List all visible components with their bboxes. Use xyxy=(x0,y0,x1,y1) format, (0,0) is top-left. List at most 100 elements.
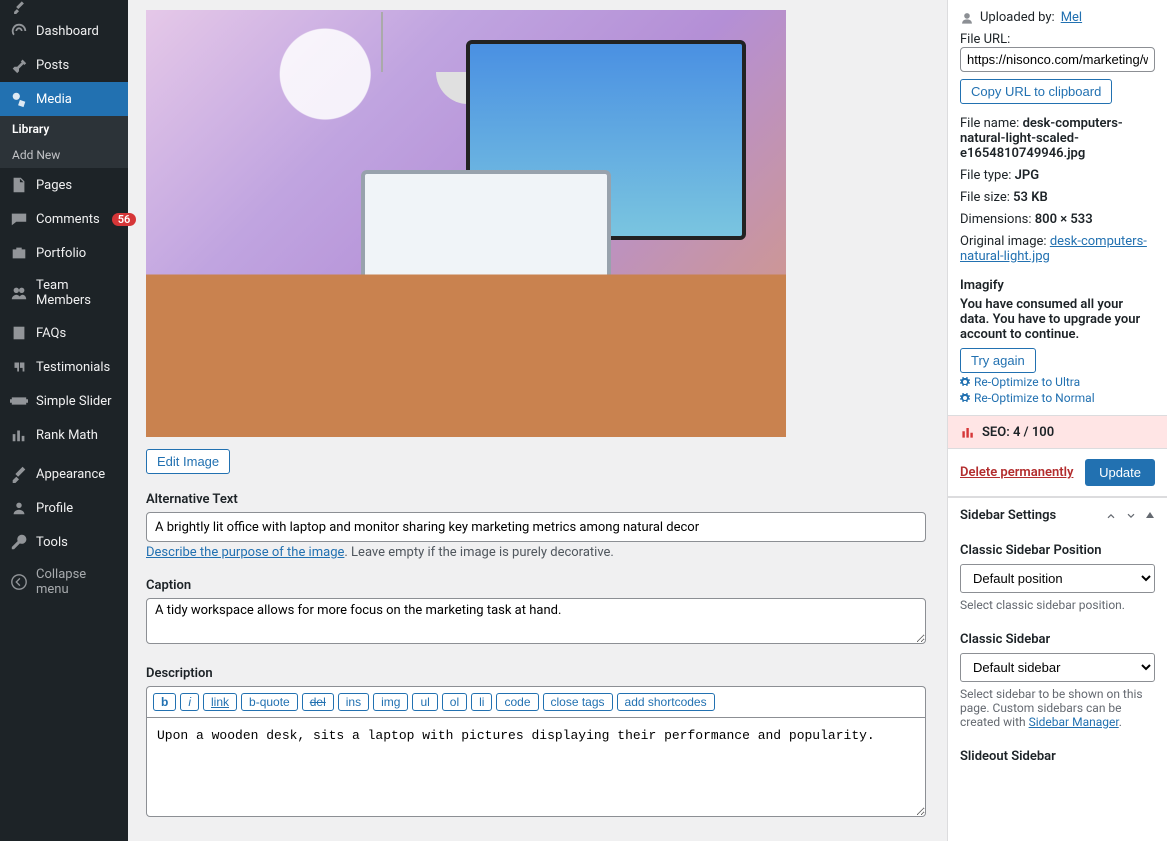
sidebar-item-label: Portfolio xyxy=(36,246,86,261)
sidebar-item-label: Tools xyxy=(36,535,68,550)
comments-icon xyxy=(10,210,28,228)
imagify-title: Imagify xyxy=(960,278,1155,293)
sidebar-item-testimonials[interactable]: Testimonials xyxy=(0,350,128,384)
dimensions-value: 800 × 533 xyxy=(1035,212,1093,227)
original-label: Original image: xyxy=(960,234,1047,249)
file-size-value: 53 KB xyxy=(1013,190,1048,205)
qtag-li[interactable]: li xyxy=(471,693,492,711)
main-content: Edit Image Alternative Text Describe the… xyxy=(128,0,947,841)
uploaded-by-label: Uploaded by: xyxy=(980,10,1055,25)
qtag-img[interactable]: img xyxy=(373,693,408,711)
sidebar-item-label: Pages xyxy=(36,178,72,193)
qtag-close[interactable]: close tags xyxy=(543,693,613,711)
collapse-label: Collapse menu xyxy=(36,567,118,597)
sidebar-item-label: Appearance xyxy=(36,467,105,482)
copy-url-button[interactable]: Copy URL to clipboard xyxy=(960,79,1112,104)
chevron-up-icon[interactable] xyxy=(1105,510,1117,522)
sidebar-item-blank[interactable] xyxy=(0,0,128,14)
sidebar-item-dashboard[interactable]: Dashboard xyxy=(0,14,128,48)
slider-icon xyxy=(10,392,28,410)
quicktags-toolbar: b i link b-quote del ins img ul ol li co… xyxy=(146,686,926,717)
chevron-down-icon[interactable] xyxy=(1125,510,1137,522)
caret-up-icon[interactable] xyxy=(1145,510,1155,522)
sidebar-manager-link[interactable]: Sidebar Manager xyxy=(1029,715,1119,729)
uploaded-by-link[interactable]: Mel xyxy=(1061,10,1082,25)
sidebar-item-label: Testimonials xyxy=(36,360,110,375)
qtag-del[interactable]: del xyxy=(302,693,334,711)
file-size-label: File size: xyxy=(960,190,1010,205)
delete-permanently-link[interactable]: Delete permanently xyxy=(960,465,1073,480)
sidebar-item-label: Media xyxy=(36,92,72,107)
file-url-input[interactable] xyxy=(960,47,1155,72)
slideout-sidebar-label: Slideout Sidebar xyxy=(960,749,1155,764)
sidebar-item-label: Dashboard xyxy=(36,24,99,39)
alt-text-input[interactable] xyxy=(146,512,926,542)
team-icon xyxy=(10,284,28,302)
sidebar-item-tools[interactable]: Tools xyxy=(0,525,128,559)
reoptimize-normal[interactable]: Re-Optimize to Normal xyxy=(960,391,1155,405)
edit-image-button[interactable]: Edit Image xyxy=(146,449,230,474)
sidebar-item-appearance[interactable]: Appearance xyxy=(0,457,128,491)
qtag-ul[interactable]: ul xyxy=(412,693,437,711)
sidebar-item-label: Rank Math xyxy=(36,428,98,443)
sidebar-settings-header[interactable]: Sidebar Settings xyxy=(948,497,1167,533)
seo-score-text: SEO: 4 / 100 xyxy=(982,425,1054,440)
sidebar-item-label: Posts xyxy=(36,58,69,73)
description-input[interactable]: Upon a wooden desk, sits a laptop with p… xyxy=(146,717,926,817)
qtag-ins[interactable]: ins xyxy=(338,693,369,711)
classic-position-select[interactable]: Default position xyxy=(960,564,1155,593)
qtag-link[interactable]: link xyxy=(203,693,237,711)
dimensions-label: Dimensions: xyxy=(960,212,1032,227)
sidebar-item-pages[interactable]: Pages xyxy=(0,168,128,202)
qtag-i[interactable]: i xyxy=(180,693,199,711)
testimonials-icon xyxy=(10,358,28,376)
sidebar-item-label: Team Members xyxy=(36,278,118,308)
classic-sidebar-label: Classic Sidebar xyxy=(960,632,1155,647)
file-type-label: File type: xyxy=(960,168,1011,183)
update-button[interactable]: Update xyxy=(1085,459,1155,486)
sidebar-item-faqs[interactable]: FAQs xyxy=(0,316,128,350)
sidebar-item-label: FAQs xyxy=(36,326,66,341)
sidebar-item-media[interactable]: Media xyxy=(0,82,128,116)
rankmath-icon xyxy=(10,426,28,444)
try-again-button[interactable]: Try again xyxy=(960,348,1036,373)
alt-help-link[interactable]: Describe the purpose of the image xyxy=(146,545,344,560)
gear-icon xyxy=(960,377,970,387)
classic-sidebar-select[interactable]: Default sidebar xyxy=(960,653,1155,682)
qtag-code[interactable]: code xyxy=(496,693,538,711)
pages-icon xyxy=(10,176,28,194)
file-type-value: JPG xyxy=(1015,168,1039,183)
alt-text-label: Alternative Text xyxy=(146,492,929,507)
qtag-shortcodes[interactable]: add shortcodes xyxy=(617,693,715,711)
admin-sidebar: Dashboard Posts Media Library Add New Pa… xyxy=(0,0,128,841)
qtag-b[interactable]: b xyxy=(153,693,176,711)
sidebar-item-portfolio[interactable]: Portfolio xyxy=(0,236,128,270)
sidebar-item-rankmath[interactable]: Rank Math xyxy=(0,418,128,452)
reoptimize-ultra[interactable]: Re-Optimize to Ultra xyxy=(960,375,1155,389)
sidebar-item-team[interactable]: Team Members xyxy=(0,270,128,316)
classic-position-label: Classic Sidebar Position xyxy=(960,543,1155,558)
media-icon xyxy=(10,90,28,108)
caption-input[interactable]: A tidy workspace allows for more focus o… xyxy=(146,598,926,644)
seo-icon xyxy=(960,424,976,440)
sidebar-item-comments[interactable]: Comments 56 xyxy=(0,202,128,236)
sidebar-item-slider[interactable]: Simple Slider xyxy=(0,384,128,418)
file-url-label: File URL: xyxy=(960,32,1155,47)
classic-sidebar-help: Select sidebar to be shown on this page.… xyxy=(960,687,1155,729)
right-sidebar: Uploaded by: Mel File URL: Copy URL to c… xyxy=(947,0,1167,841)
sidebar-item-posts[interactable]: Posts xyxy=(0,48,128,82)
portfolio-icon xyxy=(10,244,28,262)
alt-help-suffix: . Leave empty if the image is purely dec… xyxy=(344,545,613,560)
sidebar-collapse[interactable]: Collapse menu xyxy=(0,559,128,605)
qtag-ol[interactable]: ol xyxy=(442,693,467,711)
gear-icon xyxy=(960,393,970,403)
profile-icon xyxy=(10,499,28,517)
caption-label: Caption xyxy=(146,578,929,593)
qtag-bquote[interactable]: b-quote xyxy=(241,693,298,711)
image-preview xyxy=(146,10,786,437)
seo-score-bar[interactable]: SEO: 4 / 100 xyxy=(948,415,1167,449)
sidebar-item-profile[interactable]: Profile xyxy=(0,491,128,525)
submenu-addnew[interactable]: Add New xyxy=(0,142,128,168)
submenu-library[interactable]: Library xyxy=(0,116,128,142)
classic-position-help: Select classic sidebar position. xyxy=(960,598,1155,612)
